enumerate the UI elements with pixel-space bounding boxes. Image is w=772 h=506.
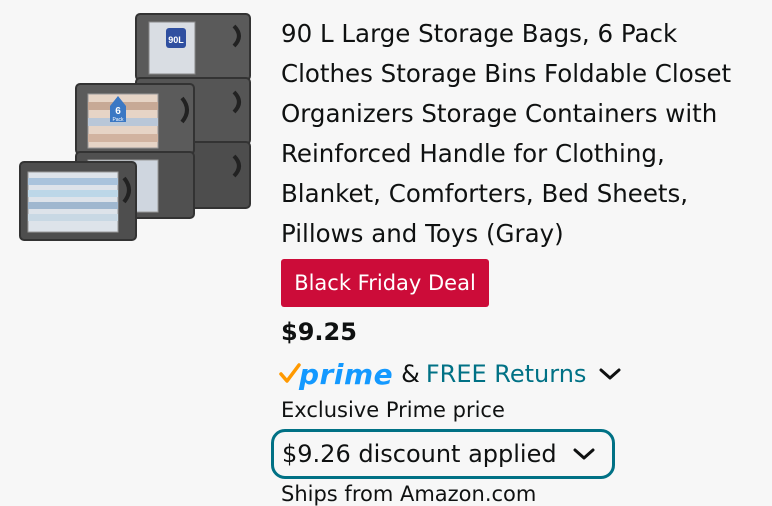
storage-bag-graphic: 90L 6 Pack [19, 13, 251, 241]
free-returns-dropdown[interactable] [598, 367, 622, 381]
discount-applied-dropdown[interactable]: $9.26 discount applied [271, 429, 615, 479]
capacity-tag-text: 90L [168, 35, 184, 45]
chevron-down-icon [573, 448, 595, 460]
discount-chevron [572, 447, 596, 461]
pack-tag-word: Pack [112, 117, 124, 123]
product-image[interactable]: 90L 6 Pack [14, 6, 254, 246]
prime-logo: prime [279, 358, 393, 391]
ships-from-text: Ships from Amazon.com [281, 482, 537, 506]
product-title[interactable]: 90 L Large Storage Bags, 6 Pack Clothes … [281, 14, 761, 254]
chevron-down-icon [599, 368, 621, 380]
discount-applied-text: $9.26 discount applied [282, 440, 557, 468]
product-price: $9.25 [281, 318, 357, 346]
prime-logo-text: prime [299, 357, 394, 391]
prime-check-icon [279, 363, 301, 383]
ampersand: & [401, 360, 420, 388]
deal-badge: Black Friday Deal [281, 259, 489, 307]
free-returns-link[interactable]: FREE Returns [426, 360, 587, 388]
prime-row: prime & FREE Returns [279, 356, 622, 392]
pack-tag-number: 6 [115, 106, 121, 117]
exclusive-prime-price-label: Exclusive Prime price [281, 398, 505, 422]
